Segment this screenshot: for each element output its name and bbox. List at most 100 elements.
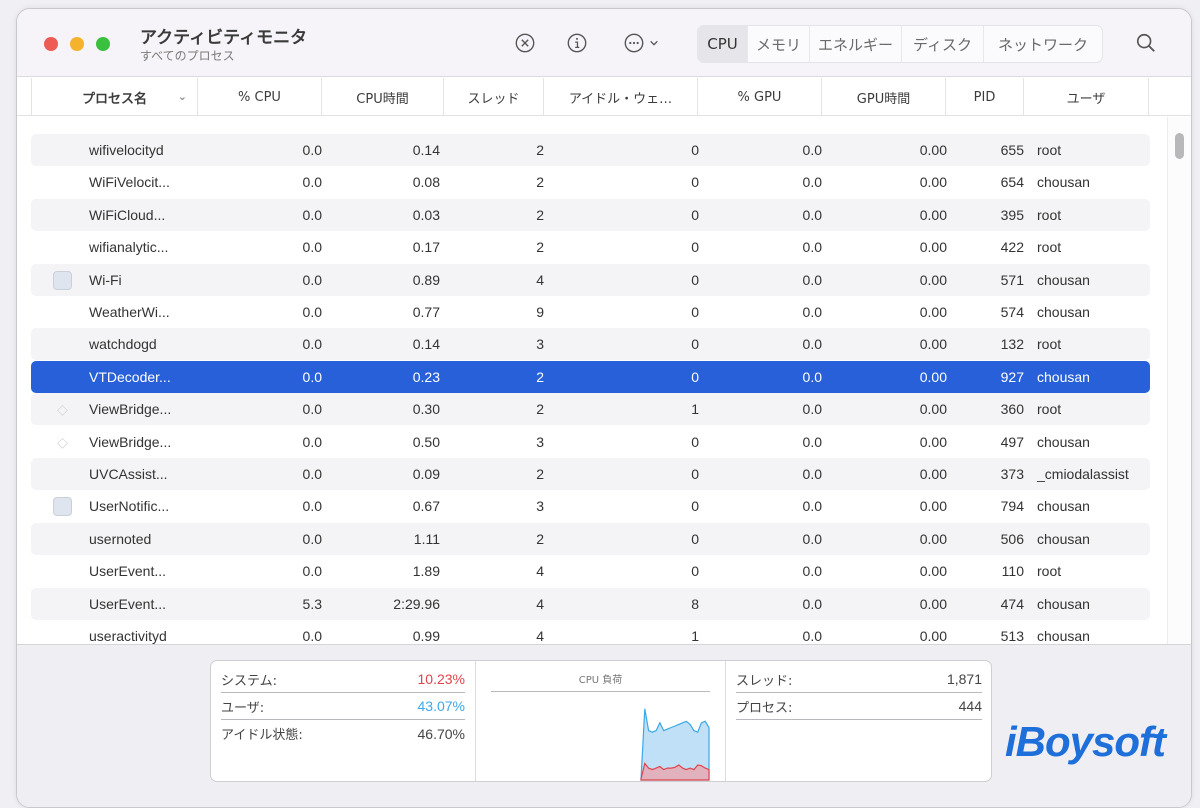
close-window-button[interactable] xyxy=(44,37,58,51)
search-button[interactable] xyxy=(1134,31,1158,55)
cpu-time-cell: 0.03 xyxy=(412,206,440,223)
process-name-cell: WeatherWi... xyxy=(89,304,170,320)
table-row[interactable]: WiFiCloud... 0.0 0.03 2 0 0.0 0.00 395 root xyxy=(31,198,1150,231)
process-name-cell: usernoted xyxy=(89,530,152,547)
cpu-percent-cell: 0.0 xyxy=(302,628,322,644)
gpu-time-cell: 0.00 xyxy=(919,433,947,450)
process-name-cell: Wi-Fi xyxy=(89,271,122,288)
column-header-label: プロセス名 xyxy=(81,91,147,107)
table-row[interactable]: Wi-Fi 0.0 0.89 4 0 0.0 0.00 571 chousan xyxy=(31,263,1150,296)
column-header-row: プロセス名 ⌄ % CPU CPU時間 スレッド アイドル・ウェ… % GPU … xyxy=(17,78,1191,116)
cpu-stats-box: システム: 10.23% ユーザ: 43.07% アイドル状態: 46.70% … xyxy=(210,660,992,782)
gpu-time-cell: 0.00 xyxy=(919,628,947,644)
idle-wake-cell: 0 xyxy=(691,239,699,256)
gpu-percent-cell: 0.0 xyxy=(802,336,822,353)
table-row[interactable]: WiFiVelocit... 0.0 0.08 2 0 0.0 0.00 654 chousan xyxy=(31,166,1150,198)
column-header-pid[interactable]: PID xyxy=(945,78,1023,116)
column-header-cpu-time[interactable]: CPU時間 xyxy=(321,78,443,116)
threads-cell: 3 xyxy=(536,498,544,515)
idle-wake-cell: 0 xyxy=(691,206,699,223)
pid-cell: 574 xyxy=(1000,304,1024,320)
table-row[interactable]: UserEvent... 5.3 2:29.96 4 8 0.0 0.00 474 chousa… xyxy=(31,587,1150,620)
user-cell: _cmiodalassist xyxy=(1037,466,1129,482)
system-value: 10.23% xyxy=(417,671,465,687)
column-header-gpu-time[interactable]: GPU時間 xyxy=(821,78,945,116)
column-header-idle-wake[interactable]: アイドル・ウェ… xyxy=(543,78,697,116)
table-row[interactable]: watchdogd 0.0 0.14 3 0 0.0 0.00 132 root xyxy=(31,328,1150,361)
tab-energy[interactable]: エネルギー xyxy=(810,26,902,62)
user-cell: chousan xyxy=(1037,530,1090,547)
cpu-time-cell: 0.99 xyxy=(412,628,440,644)
table-row[interactable]: wifivelocityd 0.0 0.14 2 0 0.0 0.00 655 root xyxy=(31,134,1150,166)
vertical-scrollbar[interactable] xyxy=(1167,117,1191,644)
pid-cell: 927 xyxy=(1000,368,1024,385)
user-cell: root xyxy=(1037,401,1062,418)
cpu-percent-cell: 5.3 xyxy=(302,595,322,612)
scrollbar-thumb[interactable] xyxy=(1175,133,1184,159)
process-icon: ◇ xyxy=(57,433,68,450)
user-cell: chousan xyxy=(1037,595,1090,612)
gpu-percent-cell: 0.0 xyxy=(802,206,822,223)
stop-process-button[interactable] xyxy=(513,31,537,55)
cpu-time-cell: 0.23 xyxy=(412,368,440,385)
process-name-cell: VTDecoder... xyxy=(89,368,171,385)
stop-process-icon xyxy=(515,33,535,53)
gpu-time-cell: 0.00 xyxy=(919,401,947,418)
user-cell: root xyxy=(1037,563,1062,580)
column-header-gpu[interactable]: % GPU xyxy=(697,78,821,116)
pid-cell: 655 xyxy=(1000,142,1024,158)
zoom-window-button[interactable] xyxy=(96,37,110,51)
tab-network[interactable]: ネットワーク xyxy=(984,26,1102,62)
cpu-percent-cell: 0.0 xyxy=(302,336,322,353)
cpu-time-cell: 1.89 xyxy=(412,563,440,580)
gpu-percent-cell: 0.0 xyxy=(802,271,822,288)
threads-cell: 4 xyxy=(536,271,544,288)
column-header-threads[interactable]: スレッド xyxy=(443,78,543,116)
process-name-cell: watchdogd xyxy=(89,336,157,353)
pid-cell: 132 xyxy=(1000,336,1024,353)
cpu-percent-cell: 0.0 xyxy=(302,206,322,223)
tab-cpu[interactable]: CPU xyxy=(698,26,748,62)
table-row[interactable]: UVCAssist... 0.0 0.09 2 0 0.0 0.00 373 _cmiodala… xyxy=(31,458,1150,490)
table-row[interactable]: useractivityd 0.0 0.99 4 1 0.0 0.00 513 chousan xyxy=(31,620,1150,644)
table-row[interactable]: WeatherWi... 0.0 0.77 9 0 0.0 0.00 574 chousan xyxy=(31,296,1150,328)
user-cell: chousan xyxy=(1037,498,1090,515)
column-header-user[interactable]: ユーザ xyxy=(1023,78,1149,116)
gpu-percent-cell: 0.0 xyxy=(802,530,822,547)
cpu-percent-cell: 0.0 xyxy=(302,433,322,450)
activity-monitor-window: アクティビティモニタ すべてのプロセス CPU メモリ エネルギー ディスク ネ… xyxy=(16,8,1192,808)
info-button[interactable] xyxy=(565,31,589,55)
table-row[interactable]: UserEvent... 0.0 1.89 4 0 0.0 0.00 110 root xyxy=(31,555,1150,587)
idle-wake-cell: 0 xyxy=(691,563,699,580)
column-header-cpu[interactable]: % CPU xyxy=(197,78,321,116)
tab-disk[interactable]: ディスク xyxy=(902,26,984,62)
process-name-cell: wifianalytic... xyxy=(89,239,169,256)
tab-memory[interactable]: メモリ xyxy=(748,26,810,62)
threads-stat-row: スレッド: 1,871 xyxy=(736,666,982,693)
process-name-cell: wifivelocityd xyxy=(89,142,164,158)
table-row[interactable]: ◇ ViewBridge... 0.0 0.30 2 1 0.0 0.00 360 root xyxy=(31,393,1150,426)
more-options-button[interactable] xyxy=(619,31,663,55)
user-cell: chousan xyxy=(1037,368,1090,385)
idle-wake-cell: 0 xyxy=(691,142,699,158)
processes-stat-row: プロセス: 444 xyxy=(736,693,982,720)
table-row-selected[interactable]: VTDecoder... 0.0 0.23 2 0 0.0 0.00 927 chousan xyxy=(31,360,1150,393)
info-icon xyxy=(567,33,587,53)
threads-cell: 2 xyxy=(536,530,544,547)
process-name-cell: WiFiVelocit... xyxy=(89,174,170,191)
minimize-window-button[interactable] xyxy=(70,37,84,51)
gpu-time-cell: 0.00 xyxy=(919,498,947,515)
idle-wake-cell: 0 xyxy=(691,336,699,353)
process-name-cell: UVCAssist... xyxy=(89,466,168,482)
gpu-time-cell: 0.00 xyxy=(919,304,947,320)
column-header-process-name[interactable]: プロセス名 ⌄ xyxy=(31,78,197,116)
threads-cell: 2 xyxy=(536,401,544,418)
table-row[interactable]: usernoted 0.0 1.11 2 0 0.0 0.00 506 chousan xyxy=(31,522,1150,555)
cpu-percent-cell: 0.0 xyxy=(302,368,322,385)
chevron-down-icon xyxy=(650,40,658,46)
table-row[interactable]: UserNotific... 0.0 0.67 3 0 0.0 0.00 794 chousan xyxy=(31,490,1150,522)
table-row[interactable]: ◇ ViewBridge... 0.0 0.50 3 0 0.0 0.00 497 chousan xyxy=(31,426,1150,458)
pid-cell: 794 xyxy=(1000,498,1024,515)
table-row[interactable]: wifianalytic... 0.0 0.17 2 0 0.0 0.00 422 root xyxy=(31,231,1150,263)
gpu-percent-cell: 0.0 xyxy=(802,368,822,385)
